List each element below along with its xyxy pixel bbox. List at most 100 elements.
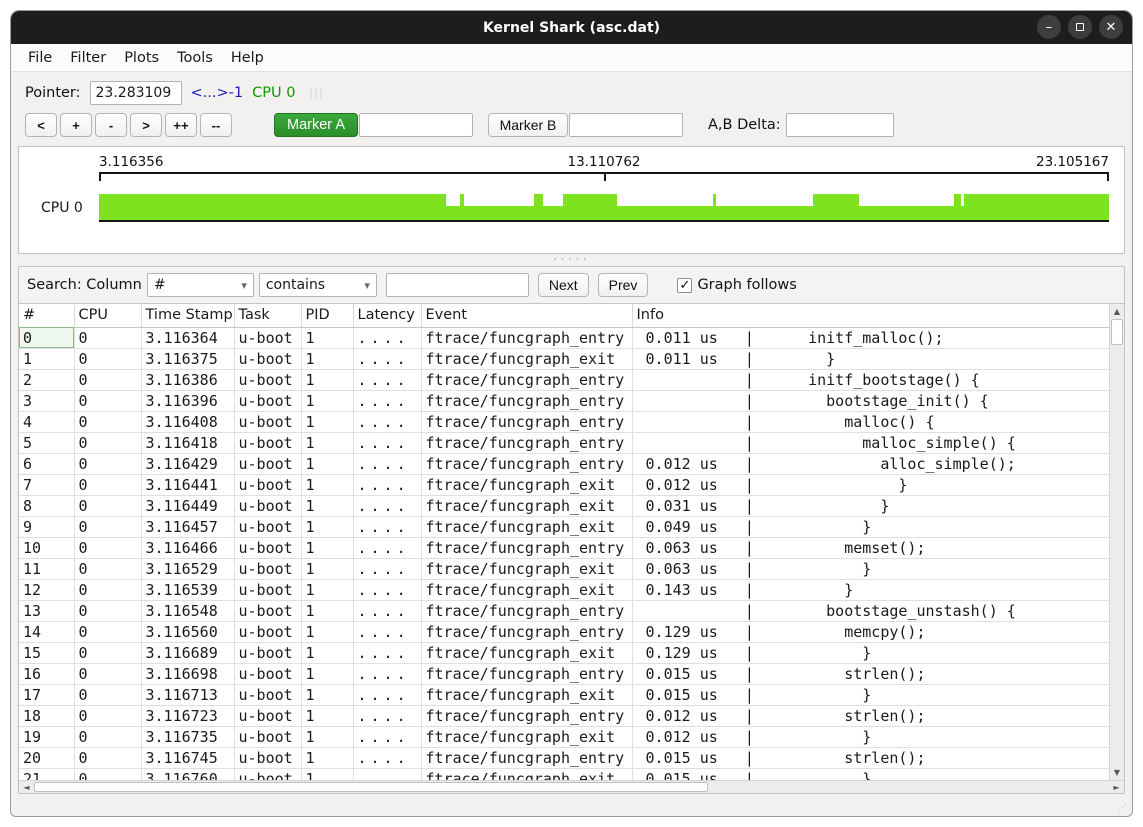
scroll-left-icon[interactable]: ◄ xyxy=(19,781,34,793)
table-cell[interactable]: 1 xyxy=(301,537,353,558)
menu-item-help[interactable]: Help xyxy=(222,47,273,69)
table-cell[interactable]: 3.116745 xyxy=(141,747,234,768)
table-cell[interactable]: 3.116364 xyxy=(141,327,234,348)
table-cell[interactable]: .... xyxy=(353,663,421,684)
marker-b-value-field[interactable] xyxy=(569,113,683,137)
table-cell[interactable]: ftrace/funcgraph_entry xyxy=(421,663,632,684)
search-column-select[interactable]: # ▾ xyxy=(147,273,254,297)
table-cell[interactable]: 0.143 us | } xyxy=(632,579,1109,600)
marker-b-button[interactable]: Marker B xyxy=(488,113,568,137)
table-cell[interactable]: ftrace/funcgraph_entry xyxy=(421,369,632,390)
table-cell[interactable]: 21 xyxy=(19,768,74,780)
table-cell[interactable]: 0 xyxy=(74,705,141,726)
table-cell[interactable]: 0.129 us | } xyxy=(632,642,1109,663)
marker-a-value-field[interactable] xyxy=(359,113,473,137)
table-cell[interactable]: ftrace/funcgraph_entry xyxy=(421,453,632,474)
table-cell[interactable]: 1 xyxy=(301,705,353,726)
table-row[interactable]: 1203.116539u-boot1....ftrace/funcgraph_e… xyxy=(19,579,1109,600)
table-cell[interactable]: 1 xyxy=(301,621,353,642)
zoom-in-full-button[interactable]: ++ xyxy=(165,113,197,137)
table-cell[interactable]: u-boot xyxy=(234,516,301,537)
table-cell[interactable]: 0 xyxy=(74,432,141,453)
table-cell[interactable]: .... xyxy=(353,348,421,369)
table-cell[interactable]: .... xyxy=(353,495,421,516)
table-row[interactable]: 303.116396u-boot1....ftrace/funcgraph_en… xyxy=(19,390,1109,411)
graph-follows-checkbox[interactable]: ✓ xyxy=(677,278,692,293)
table-cell[interactable]: 0 xyxy=(74,327,141,348)
table-cell[interactable]: 7 xyxy=(19,474,74,495)
table-cell[interactable]: 5 xyxy=(19,432,74,453)
table-cell[interactable]: 1 xyxy=(301,390,353,411)
pointer-cpu[interactable]: CPU 0 xyxy=(252,85,295,101)
table-cell[interactable]: 1 xyxy=(301,768,353,780)
search-prev-button[interactable]: Prev xyxy=(598,273,649,297)
table-cell[interactable]: 3.116375 xyxy=(141,348,234,369)
horizontal-scrollbar[interactable]: ◄ ► xyxy=(19,780,1124,793)
table-cell[interactable]: u-boot xyxy=(234,411,301,432)
zoom-out-full-button[interactable]: -- xyxy=(200,113,232,137)
table-cell[interactable]: ftrace/funcgraph_entry xyxy=(421,327,632,348)
table-cell[interactable]: u-boot xyxy=(234,600,301,621)
col-header-task[interactable]: Task xyxy=(234,304,301,327)
table-cell[interactable]: 4 xyxy=(19,411,74,432)
table-cell[interactable]: u-boot xyxy=(234,705,301,726)
table-cell[interactable]: ftrace/funcgraph_entry xyxy=(421,747,632,768)
cpu-bar-segment[interactable] xyxy=(859,206,954,220)
table-cell[interactable]: 0.031 us | } xyxy=(632,495,1109,516)
search-input[interactable] xyxy=(386,273,529,297)
table-cell[interactable]: u-boot xyxy=(234,558,301,579)
col-header-timestamp[interactable]: Time Stamp xyxy=(141,304,234,327)
cpu-bar-segment[interactable] xyxy=(543,206,562,220)
table-cell[interactable]: 15 xyxy=(19,642,74,663)
table-cell[interactable]: ftrace/funcgraph_exit xyxy=(421,558,632,579)
table-cell[interactable]: 1 xyxy=(301,348,353,369)
table-cell[interactable]: 0 xyxy=(74,537,141,558)
table-cell[interactable]: 1 xyxy=(301,663,353,684)
toolbar-splitter-handle[interactable] xyxy=(310,87,322,99)
table-cell[interactable]: 16 xyxy=(19,663,74,684)
scroll-right-button[interactable]: > xyxy=(130,113,162,137)
table-cell[interactable]: 9 xyxy=(19,516,74,537)
table-cell[interactable]: .... xyxy=(353,537,421,558)
table-cell[interactable]: 0 xyxy=(74,495,141,516)
table-cell[interactable]: 1 xyxy=(301,453,353,474)
splitter-handle[interactable]: ····· xyxy=(11,254,1132,266)
table-cell[interactable]: 0.012 us | alloc_simple(); xyxy=(632,453,1109,474)
vertical-scrollbar-thumb[interactable] xyxy=(1111,319,1123,345)
table-row[interactable]: 1603.116698u-boot1....ftrace/funcgraph_e… xyxy=(19,663,1109,684)
maximize-button[interactable] xyxy=(1068,15,1092,39)
table-cell[interactable]: u-boot xyxy=(234,348,301,369)
table-cell[interactable]: .... xyxy=(353,579,421,600)
ab-delta-field[interactable] xyxy=(786,113,894,137)
table-cell[interactable]: ftrace/funcgraph_entry xyxy=(421,600,632,621)
table-cell[interactable]: 3.116529 xyxy=(141,558,234,579)
table-cell[interactable]: 0 xyxy=(74,579,141,600)
table-cell[interactable]: 0.015 us | strlen(); xyxy=(632,663,1109,684)
col-header-index[interactable]: # xyxy=(19,304,74,327)
table-cell[interactable]: 1 xyxy=(301,684,353,705)
table-cell[interactable]: 11 xyxy=(19,558,74,579)
menu-item-filter[interactable]: Filter xyxy=(61,47,115,69)
table-cell[interactable]: | malloc_simple() { xyxy=(632,432,1109,453)
table-cell[interactable]: | bootstage_init() { xyxy=(632,390,1109,411)
cpu-bar-segment[interactable] xyxy=(813,194,859,220)
table-row[interactable]: 1803.116723u-boot1....ftrace/funcgraph_e… xyxy=(19,705,1109,726)
table-cell[interactable]: u-boot xyxy=(234,642,301,663)
table-cell[interactable]: 3.116713 xyxy=(141,684,234,705)
cpu-bar-segment[interactable] xyxy=(464,206,535,220)
table-cell[interactable]: 1 xyxy=(301,579,353,600)
table-cell[interactable]: 0 xyxy=(74,663,141,684)
cpu-bar-segment[interactable] xyxy=(563,194,618,220)
table-cell[interactable]: 0 xyxy=(74,474,141,495)
table-cell[interactable]: 3.116418 xyxy=(141,432,234,453)
table-cell[interactable]: 13 xyxy=(19,600,74,621)
table-cell[interactable]: .... xyxy=(353,600,421,621)
table-row[interactable]: 1303.116548u-boot1....ftrace/funcgraph_e… xyxy=(19,600,1109,621)
pointer-task[interactable]: <...>-1 xyxy=(191,85,244,101)
col-header-latency[interactable]: Latency xyxy=(353,304,421,327)
table-cell[interactable]: u-boot xyxy=(234,390,301,411)
minimize-button[interactable]: – xyxy=(1037,15,1061,39)
col-header-pid[interactable]: PID xyxy=(301,304,353,327)
table-row[interactable]: 703.116441u-boot1....ftrace/funcgraph_ex… xyxy=(19,474,1109,495)
table-row[interactable]: 603.116429u-boot1....ftrace/funcgraph_en… xyxy=(19,453,1109,474)
